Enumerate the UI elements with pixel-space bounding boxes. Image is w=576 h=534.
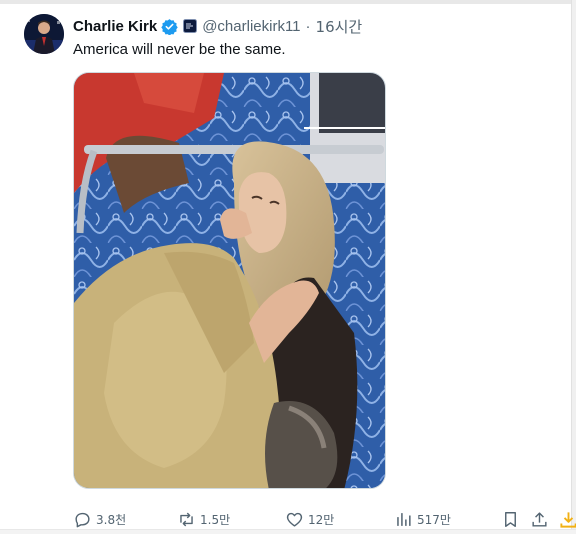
repost-button[interactable]: 1.5만 bbox=[177, 506, 230, 532]
window-frame-top bbox=[0, 0, 576, 4]
scrollbar-track[interactable] bbox=[571, 0, 576, 534]
like-button[interactable]: 12만 bbox=[285, 506, 334, 532]
repost-icon bbox=[180, 512, 193, 526]
post-timestamp[interactable]: 16시간 bbox=[316, 16, 363, 37]
author-handle[interactable]: @charliekirk11 bbox=[202, 18, 300, 35]
author-name[interactable]: Charlie Kirk bbox=[73, 18, 157, 35]
verified-badge-icon bbox=[161, 18, 178, 36]
reply-count: 3.8천 bbox=[96, 512, 127, 527]
share-button[interactable] bbox=[530, 506, 549, 532]
share-icon bbox=[532, 511, 547, 527]
bookmark-button[interactable] bbox=[501, 506, 520, 532]
reply-button[interactable]: 3.8천 bbox=[73, 506, 126, 532]
action-bar: 3.8천 1.5만 12만 517만 bbox=[73, 506, 576, 532]
views-button[interactable]: 517만 bbox=[394, 506, 451, 532]
like-icon bbox=[286, 512, 303, 527]
views-icon bbox=[397, 512, 411, 526]
views-count: 517만 bbox=[417, 512, 451, 527]
post-image[interactable] bbox=[73, 72, 386, 489]
bookmark-icon bbox=[505, 511, 516, 527]
download-icon bbox=[560, 511, 576, 528]
post-text: America will never be the same. bbox=[73, 41, 286, 58]
download-button[interactable] bbox=[559, 506, 576, 532]
reply-icon bbox=[75, 512, 90, 527]
affiliate-badge-icon[interactable] bbox=[183, 19, 198, 33]
avatar[interactable] bbox=[24, 14, 64, 54]
repost-count: 1.5만 bbox=[200, 512, 231, 527]
separator: · bbox=[305, 17, 311, 35]
like-count: 12만 bbox=[308, 512, 335, 527]
post-header: Charlie Kirk @charliekirk11 · 16시간 bbox=[73, 15, 362, 37]
